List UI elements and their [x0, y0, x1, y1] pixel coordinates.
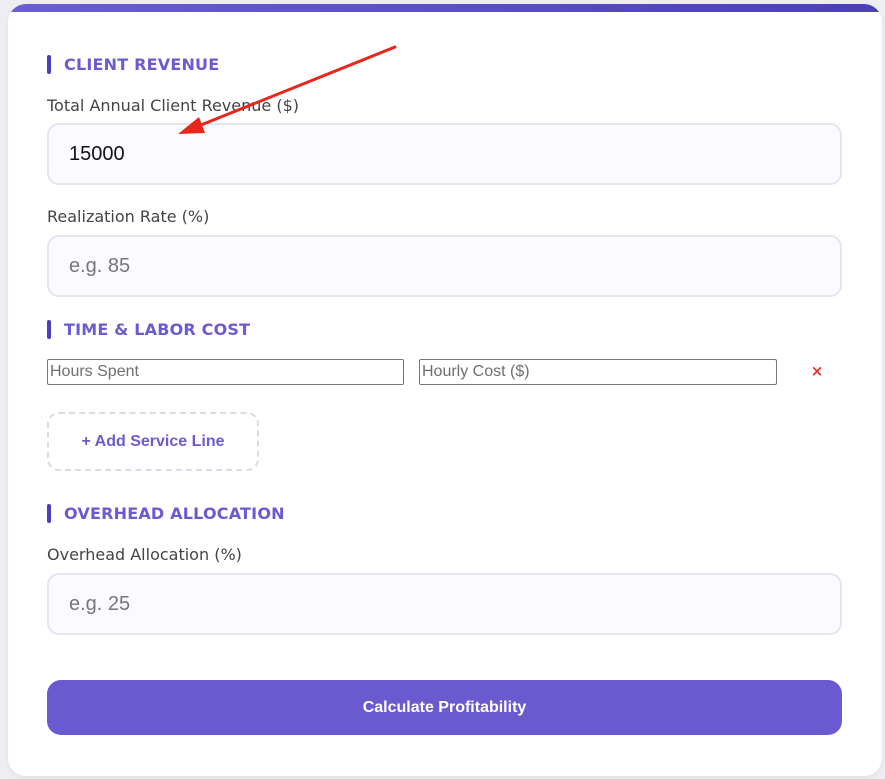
section-title: CLIENT REVENUE — [64, 54, 220, 74]
revenue-input[interactable] — [47, 123, 842, 185]
revenue-label: Total Annual Client Revenue ($) — [47, 96, 299, 115]
overhead-label: Overhead Allocation (%) — [47, 545, 242, 564]
section-marker — [47, 54, 51, 74]
hourly-cost-input[interactable] — [419, 359, 777, 385]
remove-service-line-button[interactable]: × — [808, 360, 826, 382]
calculator-card: CLIENT REVENUE Total Annual Client Reven… — [8, 4, 882, 776]
section-time-labor: TIME & LABOR COST — [47, 319, 250, 339]
section-title: TIME & LABOR COST — [64, 319, 251, 339]
calculate-profitability-button[interactable]: Calculate Profitability — [47, 680, 842, 735]
add-service-line-button[interactable]: + Add Service Line — [47, 412, 259, 471]
hours-spent-input[interactable] — [47, 359, 404, 385]
section-marker — [47, 503, 51, 523]
overhead-input[interactable] — [47, 573, 842, 635]
close-icon: × — [810, 362, 824, 380]
section-marker — [47, 319, 51, 339]
section-overhead: OVERHEAD ALLOCATION — [47, 503, 285, 523]
section-title: OVERHEAD ALLOCATION — [64, 503, 285, 523]
realization-label: Realization Rate (%) — [47, 207, 210, 226]
add-service-line-label: + Add Service Line — [81, 432, 225, 450]
card-accent-bar — [8, 4, 882, 12]
realization-input[interactable] — [47, 235, 842, 297]
calculate-button-label: Calculate Profitability — [362, 698, 527, 716]
section-client-revenue: CLIENT REVENUE — [47, 54, 219, 74]
